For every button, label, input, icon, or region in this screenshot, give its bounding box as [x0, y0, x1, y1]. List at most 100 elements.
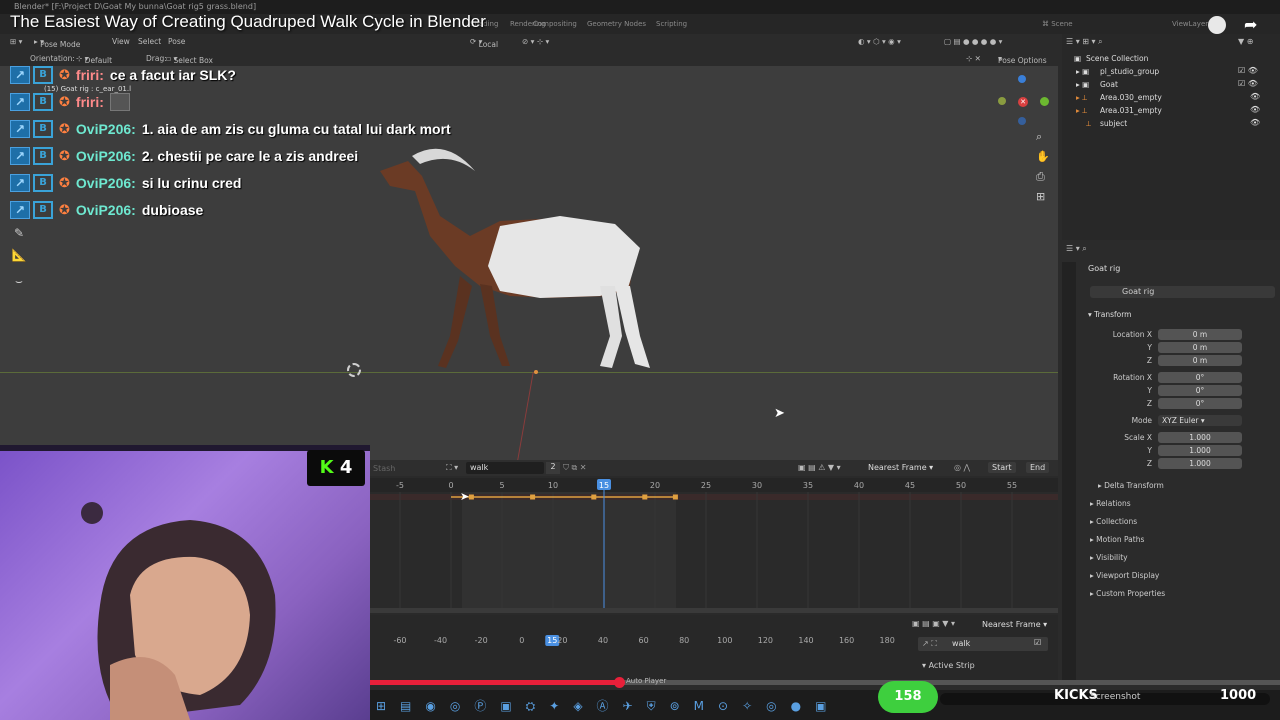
measure-tool-icon[interactable]: 📐 [10, 246, 28, 264]
action-name-field[interactable]: walk [466, 462, 544, 474]
menu-select[interactable]: Select [138, 37, 161, 46]
stash-button[interactable]: Stash [373, 464, 395, 473]
visibility-icons[interactable]: ◐ ▾ ⬡ ▾ ◉ ▾ [858, 37, 901, 46]
transform-panel-header[interactable]: ▾ Transform [1088, 310, 1131, 319]
tab-geometry-nodes[interactable]: Geometry Nodes [587, 20, 646, 28]
camera-icon[interactable]: ⎙ [1036, 170, 1045, 184]
filter-icons[interactable]: ▣ ▤ ⚠ ▼ ▾ [798, 463, 841, 472]
filter-icon[interactable]: ▼ ⊕ [1238, 37, 1253, 46]
rotation-z-field[interactable]: 0° [1158, 398, 1242, 409]
panel-label: Custom Properties [1096, 589, 1166, 598]
data-name-field[interactable]: Goat rig [1090, 286, 1275, 298]
pan-hand-icon[interactable]: ✋ [1036, 150, 1050, 163]
outliner-item[interactable]: ▸ ▣ pl_studio_group ☑ 👁 [1062, 65, 1280, 78]
frame-tick-label: 25 [701, 481, 711, 490]
overlay-icons[interactable]: ▢ ▤ ● ● ● ● ▾ [944, 37, 1002, 46]
eye-icon[interactable]: ☑ 👁 [1238, 79, 1258, 88]
nla-active-strip[interactable]: ▾ Active Strip [922, 661, 975, 670]
visibility-panel[interactable]: ▸ Visibility [1090, 553, 1128, 562]
eye-icon[interactable]: ☑ 👁 [1238, 66, 1258, 75]
3d-viewport[interactable]: (15) Goat rig : c_ear_01.l ✕ ⌕ ✋ ⎙ ⊞ ✎ 📐… [0, 66, 1058, 460]
outliner-item-label: Area.031_empty [1100, 106, 1162, 115]
action-users[interactable]: 2 [546, 462, 560, 474]
goat-model[interactable] [360, 136, 660, 376]
nla-ruler[interactable]: -60 -40 -20 0 15 20 40 60 80 100 120 140 160 180 [370, 633, 910, 653]
user-badge-icon: ✪ [59, 175, 70, 191]
outliner-item[interactable]: ▸ ▣ Goat ☑ 👁 [1062, 78, 1280, 91]
annotate-tool-icon[interactable]: ✎ [10, 224, 28, 242]
horizontal-scrollbar[interactable] [370, 608, 1058, 613]
location-x-field[interactable]: 0 m [1158, 329, 1242, 340]
keyframe-marker[interactable] [672, 494, 678, 500]
keyframe-marker[interactable] [642, 494, 648, 500]
video-title: The Easiest Way of Creating Quadruped Wa… [10, 12, 486, 31]
outliner-item[interactable]: ⟂ subject 👁 [1062, 117, 1280, 130]
scene-selector[interactable]: ⌘ Scene [1042, 20, 1073, 28]
video-progress-bar[interactable]: Auto Player [370, 677, 1280, 688]
view-layer-selector[interactable]: ViewLayer [1172, 20, 1208, 28]
menu-view[interactable]: View [112, 37, 130, 46]
rotation-mode-select[interactable]: XYZ Euler ▾ [1158, 415, 1242, 426]
fake-user-icon[interactable]: ⛉ ⧉ ✕ [563, 463, 587, 473]
keyframe-marker[interactable] [468, 494, 474, 500]
pose-tool-icon[interactable]: ⌣ [10, 272, 28, 290]
gizmo-icons[interactable]: ⊹ ✕ [966, 54, 981, 63]
dopesheet-canvas[interactable]: -5051015202530354045505515 [370, 478, 1058, 608]
outliner-root[interactable]: ▣ Scene Collection [1062, 52, 1280, 65]
eye-icon[interactable]: 👁 [1250, 105, 1260, 114]
rotation-x-field[interactable]: 0° [1158, 372, 1242, 383]
properties-tabs[interactable] [1062, 262, 1076, 680]
custom-properties-panel[interactable]: ▸ Custom Properties [1090, 589, 1165, 598]
eye-icon[interactable]: 👁 [1250, 92, 1260, 101]
scene-label: Scene [1051, 20, 1073, 28]
tab-scripting[interactable]: Scripting [656, 20, 687, 28]
mode-select[interactable]: ▸ Pose Mode ▾ [34, 37, 80, 49]
rotation-y-field[interactable]: 0° [1158, 385, 1242, 396]
outliner-item[interactable]: ▸ ⟂ Area.030_empty 👁 [1062, 91, 1280, 104]
location-y-field[interactable]: 0 m [1158, 342, 1242, 353]
collections-panel[interactable]: ▸ Collections [1090, 517, 1137, 526]
outliner-item[interactable]: ▸ ⟂ Area.031_empty 👁 [1062, 104, 1280, 117]
panel-label: Relations [1096, 499, 1131, 508]
keyframe-marker[interactable] [530, 494, 536, 500]
scale-y-field[interactable]: 1.000 [1158, 445, 1242, 456]
video-scrubber[interactable] [614, 677, 625, 688]
editor-type-icon[interactable]: ⊞ ▾ [10, 37, 22, 46]
relations-panel[interactable]: ▸ Relations [1090, 499, 1131, 508]
nla-track[interactable]: ↗ ⛶ walk ☑ [918, 637, 1048, 651]
pivot-select[interactable]: ⟳ Local ▾ [470, 37, 498, 49]
tab-compositing[interactable]: Compositing [533, 20, 577, 28]
keyframe-marker[interactable] [591, 494, 597, 500]
action-icon[interactable]: ⛶ ▾ [446, 463, 458, 473]
zoom-icon[interactable]: ⌕ [1036, 130, 1042, 144]
motion-paths-panel[interactable]: ▸ Motion Paths [1090, 535, 1144, 544]
3d-cursor-icon[interactable] [347, 363, 361, 377]
navigation-gizmo[interactable]: ✕ [996, 75, 1054, 131]
nla-editor[interactable]: -60 -40 -20 0 15 20 40 60 80 100 120 140 160 180 ▣ ▤ … [370, 615, 1058, 680]
grid-view-icon[interactable]: ⊞ [1036, 190, 1045, 203]
scale-z-field[interactable]: 1.000 [1158, 458, 1242, 469]
scale-x-field[interactable]: 1.000 [1158, 432, 1242, 443]
frame-tick-label: 55 [1007, 481, 1017, 490]
eye-icon[interactable]: 👁 [1250, 118, 1260, 127]
share-icon[interactable]: ➦ [1244, 15, 1257, 34]
jump-start-button[interactable]: Start [988, 462, 1016, 473]
menu-pose[interactable]: Pose [168, 37, 185, 46]
drag-select[interactable]: ▫ Select Box ▾ [166, 54, 213, 65]
pose-options[interactable]: Pose Options ▾ [998, 54, 1047, 65]
snap-icon[interactable]: ⊘ ▾ ⊹ ▾ [522, 37, 549, 46]
delta-transform-panel[interactable]: ▸ Delta Transform [1098, 481, 1164, 490]
nla-track-checkbox[interactable]: ☑ [1034, 638, 1041, 647]
viewport-display-panel[interactable]: ▸ Viewport Display [1090, 571, 1159, 580]
proportional-icons[interactable]: ◎ ⋀ [954, 463, 970, 472]
nla-snap-select[interactable]: Nearest Frame ▾ [982, 620, 1047, 629]
action-editor[interactable]: Stash ⛶ ▾ walk 2 ⛉ ⧉ ✕ ▣ ▤ ⚠ ▼ ▾ Nearest… [370, 460, 1058, 615]
location-z-field[interactable]: 0 m [1158, 355, 1242, 366]
screenshot-label: Screenshot [1090, 692, 1141, 702]
nla-filter-icons[interactable]: ▣ ▤ ▣ ▼ ▾ [912, 619, 955, 628]
taskbar-app-icons[interactable]: ⊞▤◉◎Ⓟ▣⛭✦◈Ⓐ✈⛨⊚M⊙✧◎●▣ [376, 697, 840, 714]
snap-select[interactable]: Nearest Frame ▾ [868, 463, 933, 472]
jump-end-button[interactable]: End [1026, 462, 1050, 473]
pivot-label: Local [478, 40, 499, 49]
orientation-select[interactable]: ⊹ Default ▾ [76, 54, 112, 65]
